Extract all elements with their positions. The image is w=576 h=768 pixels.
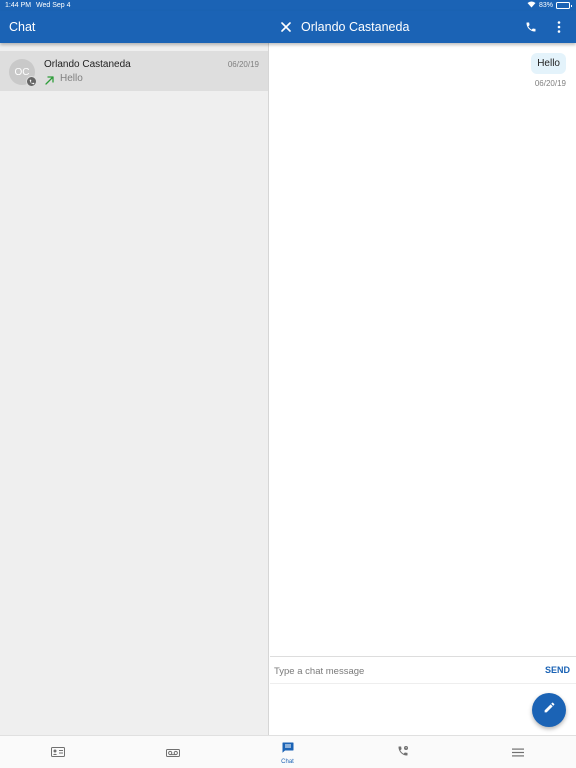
bottom-nav: Chat xyxy=(0,735,576,768)
close-icon[interactable] xyxy=(278,19,294,35)
conversation-preview: Hello xyxy=(60,73,83,84)
pencil-icon xyxy=(543,701,556,719)
nav-contacts[interactable] xyxy=(0,736,115,768)
calls-icon xyxy=(397,744,409,762)
chat-message-input[interactable] xyxy=(274,662,524,680)
status-right: 83% xyxy=(527,1,572,10)
message-date: 06/20/19 xyxy=(534,79,566,88)
message-pane: Hello 06/20/19 SEND xyxy=(270,43,576,735)
battery-percent: 83% xyxy=(538,2,553,9)
nav-chat-label: Chat xyxy=(281,759,294,765)
message-bubble: Hello xyxy=(531,53,566,74)
phone-icon[interactable] xyxy=(523,19,539,35)
contacts-icon xyxy=(50,744,65,762)
app-bar: Chat Orlando Castaneda xyxy=(0,11,576,43)
conversation-title: Orlando Castaneda xyxy=(301,20,410,34)
battery-icon xyxy=(556,2,572,9)
wifi-icon xyxy=(527,1,536,10)
conversation-date: 06/20/19 xyxy=(227,60,259,69)
voicemail-icon xyxy=(165,744,180,762)
send-button[interactable]: SEND xyxy=(545,665,570,675)
nav-voicemail[interactable] xyxy=(115,736,230,768)
status-time: 1:44 PM xyxy=(5,2,32,9)
status-date: Wed Sep 4 xyxy=(36,2,71,9)
conversation-item[interactable]: OC Orlando Castaneda 06/20/19 Hello xyxy=(0,51,268,91)
menu-icon xyxy=(511,744,524,762)
nav-chat[interactable]: Chat xyxy=(230,736,345,768)
page-title: Chat xyxy=(9,20,36,34)
more-vert-icon[interactable] xyxy=(551,19,567,35)
nav-menu[interactable] xyxy=(460,736,575,768)
conversation-name: Orlando Castaneda xyxy=(44,59,131,70)
compose-button[interactable] xyxy=(532,693,566,727)
chat-icon xyxy=(282,740,294,758)
nav-calls[interactable] xyxy=(345,736,460,768)
phone-badge-icon xyxy=(26,76,37,87)
outgoing-arrow-icon xyxy=(44,73,55,85)
message-composer: SEND xyxy=(270,656,576,684)
status-bar: 1:44 PM Wed Sep 4 83% xyxy=(0,0,576,11)
conversation-list: OC Orlando Castaneda 06/20/19 Hello xyxy=(0,43,269,735)
